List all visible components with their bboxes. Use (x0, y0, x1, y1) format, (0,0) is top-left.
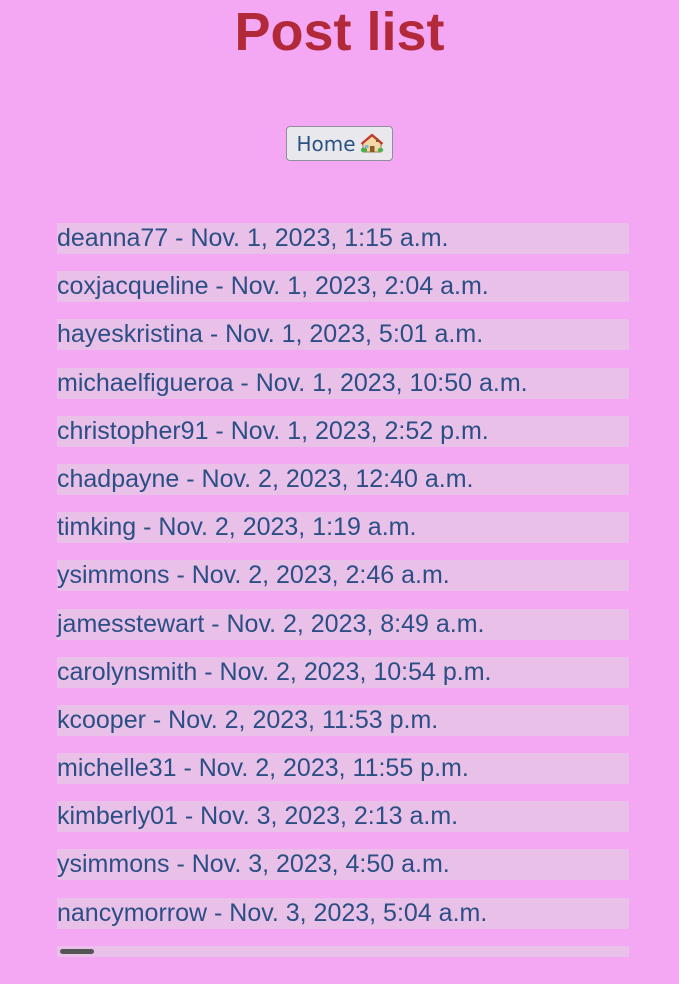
post-list-item[interactable]: nancymorrow - Nov. 3, 2023, 5:04 a.m. (57, 897, 629, 929)
post-list-item[interactable]: kimberly01 - Nov. 3, 2023, 2:13 a.m. (57, 801, 629, 833)
page-title: Post list (234, 2, 445, 62)
post-list-item[interactable]: chadpayne - Nov. 2, 2023, 12:40 a.m. (57, 463, 629, 495)
post-list-item[interactable]: michelle31 - Nov. 2, 2023, 11:55 p.m. (57, 753, 629, 785)
post-list-item[interactable]: coxjacqueline - Nov. 1, 2023, 2:04 a.m. (57, 271, 629, 303)
post-list-item[interactable]: timking - Nov. 2, 2023, 1:19 a.m. (57, 512, 629, 544)
post-list-item[interactable]: deanna77 - Nov. 1, 2023, 1:15 a.m. (57, 223, 629, 254)
home-button[interactable]: Home (286, 126, 393, 161)
post-list-item[interactable]: carolynsmith - Nov. 2, 2023, 10:54 p.m. (57, 656, 629, 688)
post-list-item[interactable]: christopher91 - Nov. 1, 2023, 2:52 p.m. (57, 415, 629, 447)
house-icon (360, 132, 384, 156)
post-list-item[interactable]: michaelfigueroa - Nov. 1, 2023, 10:50 a.… (57, 367, 629, 399)
post-list-item[interactable]: hayeskristina - Nov. 1, 2023, 5:01 a.m. (57, 319, 629, 351)
post-list-item[interactable]: ysimmons - Nov. 2, 2023, 2:46 a.m. (57, 560, 629, 592)
horizontal-scrollbar[interactable] (57, 946, 629, 957)
post-list-item[interactable]: ysimmons - Nov. 3, 2023, 4:50 a.m. (57, 849, 629, 881)
home-button-label: Home (296, 131, 356, 156)
post-list: deanna77 - Nov. 1, 2023, 1:15 a.m. coxjac… (57, 223, 629, 946)
scrollbar-thumb[interactable] (60, 949, 94, 954)
post-list-item[interactable]: jamesstewart - Nov. 2, 2023, 8:49 a.m. (57, 608, 629, 640)
post-list-item[interactable]: kcooper - Nov. 2, 2023, 11:53 p.m. (57, 704, 629, 736)
home-nav: Home (0, 126, 679, 161)
